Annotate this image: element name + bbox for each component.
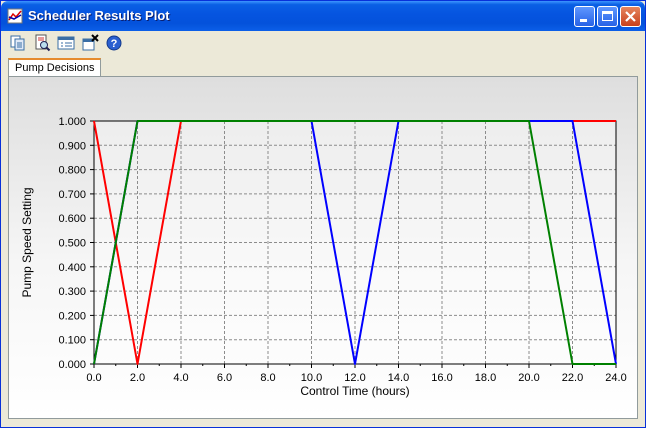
- x-tick-label: 16.0: [431, 372, 452, 384]
- x-tick-label: 8.0: [260, 372, 275, 384]
- y-tick-label: 0.300: [58, 286, 86, 298]
- x-tick-label: 2.0: [130, 372, 145, 384]
- tab-strip: Pump Decisions: [2, 55, 644, 77]
- y-tick-label: 0.900: [58, 140, 86, 152]
- y-tick-label: 0.000: [58, 359, 86, 371]
- maximize-button[interactable]: [597, 6, 618, 27]
- copy-icon[interactable]: [9, 34, 27, 52]
- y-tick-label: 0.800: [58, 165, 86, 177]
- x-tick-label: 0.0: [86, 372, 101, 384]
- x-tick-label: 4.0: [173, 372, 188, 384]
- y-tick-label: 0.200: [58, 310, 86, 322]
- x-tick-label: 20.0: [518, 372, 539, 384]
- plot-panel: 0.000 0.100 0.200 0.300 0.400 0.500 0.600 0.700…: [8, 76, 638, 419]
- export-icon[interactable]: [81, 34, 99, 52]
- print-preview-icon[interactable]: [33, 34, 51, 52]
- x-tick-label: 24.0: [605, 372, 626, 384]
- x-tick-label: 22.0: [562, 372, 583, 384]
- svg-text:?: ?: [111, 38, 118, 50]
- y-tick-label: 1.000: [58, 116, 86, 128]
- close-button[interactable]: [620, 6, 641, 27]
- help-icon[interactable]: ?: [105, 34, 123, 52]
- x-tick-label: 18.0: [475, 372, 496, 384]
- y-tick-label: 0.700: [58, 189, 86, 201]
- app-window: Scheduler Results Plot ? Pump Decisions: [0, 0, 646, 428]
- x-axis-label: Control Time (hours): [300, 384, 409, 398]
- x-tick-label: 10.0: [301, 372, 322, 384]
- x-tick-label: 12.0: [344, 372, 365, 384]
- y-tick-label: 0.500: [58, 238, 86, 250]
- tab-label: Pump Decisions: [15, 62, 95, 74]
- y-axis-label: Pump Speed Setting: [20, 187, 34, 297]
- properties-icon[interactable]: [57, 34, 75, 52]
- title-bar[interactable]: Scheduler Results Plot: [1, 1, 645, 31]
- x-tick-label: 6.0: [217, 372, 232, 384]
- chart-grid: [93, 120, 617, 365]
- pump-decisions-chart[interactable]: 0.000 0.100 0.200 0.300 0.400 0.500 0.600 0.700…: [9, 77, 637, 418]
- window-title: Scheduler Results Plot: [28, 8, 170, 23]
- x-tick-label: 14.0: [388, 372, 409, 384]
- y-tick-label: 0.400: [58, 262, 86, 274]
- minimize-button[interactable]: [574, 6, 595, 27]
- toolbar: ?: [2, 31, 644, 55]
- chart-app-icon: [7, 8, 23, 24]
- close-icon: [625, 11, 636, 22]
- minimize-icon: [580, 19, 587, 22]
- tab-pump-decisions[interactable]: Pump Decisions: [8, 58, 102, 77]
- maximize-icon: [602, 11, 613, 21]
- y-tick-label: 0.600: [58, 213, 86, 225]
- y-tick-label: 0.100: [58, 335, 86, 347]
